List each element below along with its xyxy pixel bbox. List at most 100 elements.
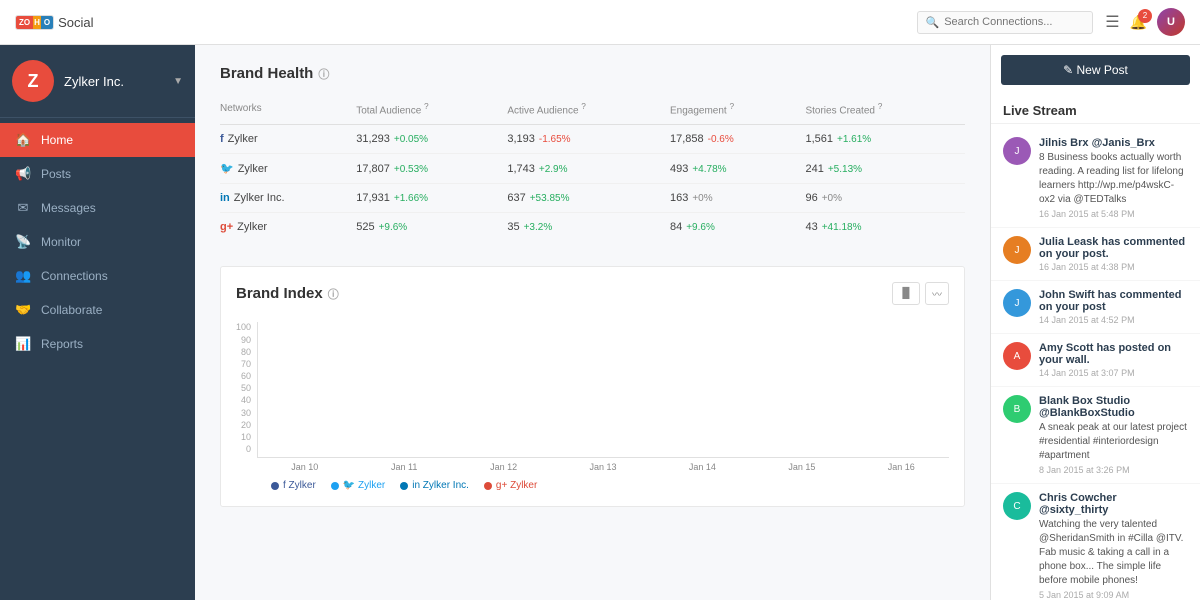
gp-legend-label: g+ Zylker — [496, 480, 537, 491]
stories-created: 241+5.13% — [805, 154, 965, 184]
li-legend-label: in Zylker Inc. — [412, 480, 469, 491]
tw-legend-label: 🐦 Zylker — [343, 480, 385, 491]
sidebar-item-label: Posts — [41, 167, 71, 181]
sidebar-profile[interactable]: Z Zylker Inc. ▼ — [0, 45, 195, 118]
topbar: ZOHO Social 🔍 ☰ 🔔 2 U — [0, 0, 1200, 45]
stream-name: Amy Scott has posted on your wall. — [1039, 342, 1188, 366]
x-label: Jan 16 — [854, 462, 949, 472]
x-label: Jan 11 — [356, 462, 451, 472]
stream-time: 16 Jan 2015 at 4:38 PM — [1039, 262, 1188, 272]
stream-text: 8 Business books actually worth reading.… — [1039, 151, 1188, 207]
info-icon[interactable]: ⓘ — [318, 66, 329, 82]
network-cell: g+Zylker — [220, 213, 356, 242]
collaborate-icon: 🤝 — [15, 302, 31, 318]
sidebar-item-connections[interactable]: 👥 Connections — [0, 259, 195, 293]
sidebar-item-home[interactable]: 🏠 Home — [0, 123, 195, 157]
stream-avatar: B — [1003, 395, 1031, 423]
stream-text: A sneak peak at our latest project #resi… — [1039, 421, 1188, 463]
x-label: Jan 14 — [655, 462, 750, 472]
list-item[interactable]: B Blank Box Studio @BlankBoxStudio A sne… — [991, 387, 1200, 484]
table-row: inZylker Inc. 17,931+1.66% 637+53.85% 16… — [220, 184, 965, 213]
stream-avatar: A — [1003, 342, 1031, 370]
col-active-audience: Active Audience ? — [507, 97, 670, 125]
gp-legend-dot — [484, 482, 492, 490]
list-item[interactable]: J Julia Leask has commented on your post… — [991, 228, 1200, 281]
active-audience: 3,193-1.65% — [507, 125, 670, 154]
hamburger-icon[interactable]: ☰ — [1105, 12, 1119, 32]
table-row: g+Zylker 525+9.6% 35+3.2% 84+9.6% 43+41.… — [220, 213, 965, 242]
fb-legend-label: f Zylker — [283, 480, 316, 491]
messages-icon: ✉ — [15, 200, 31, 216]
table-row: 🐦Zylker 17,807+0.53% 1,743+2.9% 493+4.78… — [220, 154, 965, 184]
col-total-audience: Total Audience ? — [356, 97, 507, 125]
search-icon: 🔍 — [926, 16, 940, 29]
x-label: Jan 12 — [456, 462, 551, 472]
x-axis: Jan 10Jan 11Jan 12Jan 13Jan 14Jan 15Jan … — [257, 458, 949, 472]
search-input[interactable] — [944, 16, 1084, 28]
brand-health-title: Brand Health ⓘ — [220, 65, 965, 82]
brand-health-table: Networks Total Audience ? Active Audienc… — [220, 97, 965, 241]
network-cell: fZylker — [220, 125, 356, 154]
x-label: Jan 13 — [555, 462, 650, 472]
stream-avatar: J — [1003, 236, 1031, 264]
stream-content: John Swift has commented on your post 14… — [1039, 289, 1188, 325]
brand-index-title: Brand Index ⓘ — [236, 285, 339, 302]
stream-content: Blank Box Studio @BlankBoxStudio A sneak… — [1039, 395, 1188, 475]
total-audience: 525+9.6% — [356, 213, 507, 242]
engagement: 493+4.78% — [670, 154, 806, 184]
topbar-icons: ☰ 🔔 2 U — [1105, 8, 1185, 36]
topbar-right: 🔍 ☰ 🔔 2 U — [917, 8, 1185, 36]
stream-content: Jilnis Brx @Janis_Brx 8 Business books a… — [1039, 137, 1188, 219]
fb-legend-dot — [271, 482, 279, 490]
col-engagement: Engagement ? — [670, 97, 806, 125]
stream-text: Watching the very talented @SheridanSmit… — [1039, 518, 1188, 588]
line-chart-btn[interactable]: 〰 — [925, 282, 949, 305]
notification-bell[interactable]: 🔔 2 — [1130, 14, 1147, 31]
list-item[interactable]: A Amy Scott has posted on your wall. 14 … — [991, 334, 1200, 387]
stream-name: John Swift has commented on your post — [1039, 289, 1188, 313]
li-legend-dot — [400, 482, 408, 490]
content-area: Brand Health ⓘ Networks Total Audience ?… — [195, 45, 990, 600]
stream-name: Blank Box Studio @BlankBoxStudio — [1039, 395, 1188, 419]
engagement: 17,858-0.6% — [670, 125, 806, 154]
stream-content: Amy Scott has posted on your wall. 14 Ja… — [1039, 342, 1188, 378]
legend-facebook: f Zylker — [271, 480, 316, 491]
chart-controls: ▐▌ 〰 — [892, 282, 949, 305]
sidebar-item-collaborate[interactable]: 🤝 Collaborate — [0, 293, 195, 327]
sidebar-item-messages[interactable]: ✉ Messages — [0, 191, 195, 225]
list-item[interactable]: J John Swift has commented on your post … — [991, 281, 1200, 334]
stream-avatar: J — [1003, 137, 1031, 165]
active-audience: 1,743+2.9% — [507, 154, 670, 184]
y-axis: 100 90 80 70 60 50 40 30 20 10 0 — [236, 322, 257, 472]
bar-chart-btn[interactable]: ▐▌ — [892, 282, 920, 305]
col-networks: Networks — [220, 97, 356, 125]
list-item[interactable]: C Chris Cowcher @sixty_thirty Watching t… — [991, 484, 1200, 600]
stories-created: 96+0% — [805, 184, 965, 213]
stream-name: Jilnis Brx @Janis_Brx — [1039, 137, 1188, 149]
legend-googleplus: g+ Zylker — [484, 480, 537, 491]
list-item[interactable]: J Jilnis Brx @Janis_Brx 8 Business books… — [991, 129, 1200, 228]
new-post-button[interactable]: ✎ New Post — [1001, 55, 1190, 85]
reports-icon: 📊 — [15, 336, 31, 352]
app-title: Social — [58, 15, 93, 30]
engagement: 84+9.6% — [670, 213, 806, 242]
profile-name: Zylker Inc. — [64, 74, 163, 89]
chevron-down-icon: ▼ — [173, 76, 183, 87]
network-cell: 🐦Zylker — [220, 154, 356, 184]
info-icon[interactable]: ⓘ — [328, 286, 339, 302]
total-audience: 17,807+0.53% — [356, 154, 507, 184]
search-box[interactable]: 🔍 — [917, 11, 1094, 34]
zoho-logo: ZOHO Social — [15, 15, 94, 30]
home-icon: 🏠 — [15, 132, 31, 148]
bars-and-labels: Jan 10Jan 11Jan 12Jan 13Jan 14Jan 15Jan … — [257, 322, 949, 472]
sidebar-item-posts[interactable]: 📢 Posts — [0, 157, 195, 191]
stream-name: Chris Cowcher @sixty_thirty — [1039, 492, 1188, 516]
sidebar-item-reports[interactable]: 📊 Reports — [0, 327, 195, 361]
brand-index-header: Brand Index ⓘ ▐▌ 〰 — [236, 282, 949, 305]
sidebar-item-monitor[interactable]: 📡 Monitor — [0, 225, 195, 259]
main-layout: Z Zylker Inc. ▼ 🏠 Home 📢 Posts ✉ Message… — [0, 45, 1200, 600]
sidebar-item-label: Connections — [41, 269, 108, 283]
stream-time: 14 Jan 2015 at 3:07 PM — [1039, 368, 1188, 378]
avatar[interactable]: U — [1157, 8, 1185, 36]
x-label: Jan 15 — [754, 462, 849, 472]
